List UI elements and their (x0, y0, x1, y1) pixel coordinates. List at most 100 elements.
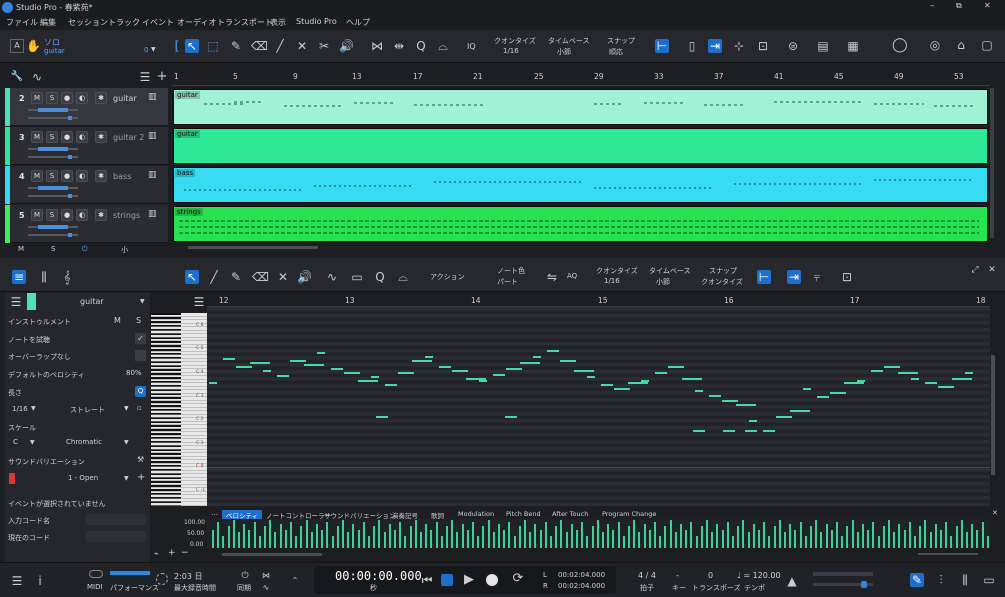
velocity-bar[interactable] (342, 520, 344, 548)
velocity-bar[interactable] (867, 530, 870, 548)
velocity-bar[interactable] (888, 520, 890, 548)
scale-root[interactable]: C (13, 438, 18, 446)
velocity-bar[interactable] (487, 520, 490, 548)
split-tool-icon[interactable]: ✂ (317, 39, 331, 53)
velocity-bar[interactable] (513, 536, 516, 548)
velocity-bar[interactable] (872, 522, 875, 548)
track-name[interactable]: bass (113, 172, 131, 181)
menu-audio[interactable]: オーディオ (177, 17, 216, 28)
velocity-bar[interactable] (414, 520, 417, 548)
velocity-bar[interactable] (362, 522, 365, 548)
velocity-bar[interactable] (804, 536, 807, 548)
a-icon[interactable]: A (10, 39, 24, 53)
scale-root-chevron-icon[interactable]: ▼ (30, 439, 35, 446)
overlap-checkbox[interactable] (135, 350, 146, 361)
grid-view-icon[interactable]: ▦ (846, 39, 860, 53)
menu-view[interactable]: 表示 (270, 17, 286, 28)
lane-tab-program-change[interactable]: Program Change (602, 510, 656, 518)
monitor-button[interactable]: ◐ (76, 92, 88, 104)
velocity-bar[interactable] (316, 524, 318, 548)
editor-bend-icon[interactable]: ∿ (325, 270, 339, 284)
midi-note[interactable] (317, 352, 325, 354)
range-tool-icon[interactable]: ⬚ (206, 39, 220, 53)
velocity-bar[interactable] (383, 532, 386, 548)
velocity-bar[interactable] (882, 526, 885, 548)
velocity-bar[interactable] (451, 520, 454, 548)
velocity-bar[interactable] (576, 530, 578, 548)
fade-tool-icon[interactable]: ⌓ (436, 39, 450, 53)
velocity-bar[interactable] (815, 520, 818, 548)
console-view-icon[interactable]: ⫼ (958, 573, 972, 587)
velocity-bar[interactable] (924, 520, 927, 548)
midi-note[interactable] (587, 376, 595, 378)
snap-value[interactable]: 順応 (609, 47, 623, 57)
velocity-bar[interactable] (596, 520, 599, 548)
mixer-sym-icon[interactable]: ⊜ (786, 39, 800, 53)
velocity-bar[interactable] (446, 526, 448, 548)
editor-fade-icon[interactable]: ⌓ (396, 270, 410, 284)
velocity-bar[interactable] (321, 530, 324, 548)
bracket-icon[interactable]: [ (170, 39, 184, 53)
lane-tab-modulation[interactable]: Modulation (458, 510, 494, 518)
length-mode[interactable]: ストレート (70, 405, 105, 415)
velocity-bar[interactable] (737, 526, 740, 548)
track-header[interactable]: 3 M S ● ◐ ✱ guitar 2 ▥ (5, 127, 168, 165)
solo-button[interactable]: S (46, 131, 58, 143)
velocity-bar[interactable] (269, 520, 272, 548)
midi-note[interactable] (303, 364, 324, 366)
menu-help[interactable]: ヘルプ (346, 17, 370, 28)
velocity-bar[interactable] (758, 530, 760, 548)
velocity-bar[interactable] (638, 532, 641, 548)
velocity-bar[interactable] (846, 526, 849, 548)
preview-checkbox[interactable]: ✓ (135, 333, 146, 344)
velocity-bar[interactable] (347, 532, 350, 548)
velocity-bar[interactable] (726, 522, 729, 548)
velocity-bar[interactable] (602, 532, 604, 548)
editor-paint-icon[interactable]: ╱ (207, 270, 221, 284)
editor-adapt-icon[interactable]: ⇋ (545, 270, 559, 284)
volume-fader[interactable] (28, 186, 78, 190)
velocity-bar[interactable] (607, 524, 610, 548)
solo-button[interactable]: S (46, 209, 58, 221)
velocity-bar[interactable] (674, 532, 677, 548)
velocity-bar[interactable] (534, 524, 537, 548)
velocity-bar[interactable] (706, 520, 708, 548)
sound-variation-chevron-icon[interactable]: ▼ (124, 475, 129, 482)
list-icon[interactable]: ☰ (138, 70, 152, 84)
midi-note[interactable] (479, 380, 487, 382)
monitor-button[interactable]: ◐ (76, 131, 88, 143)
midi-note[interactable] (857, 380, 865, 382)
velocity-bar[interactable] (394, 530, 396, 548)
velocity-bar[interactable] (716, 524, 719, 548)
velocity-bar[interactable] (934, 524, 937, 548)
midi-note[interactable] (519, 362, 540, 364)
velocity-bar[interactable] (617, 522, 620, 548)
midi-note[interactable] (897, 372, 918, 374)
velocity-bar[interactable] (253, 522, 256, 548)
midi-note[interactable] (236, 366, 252, 368)
menu-edit[interactable]: 編集 (40, 17, 56, 28)
midi-note[interactable] (762, 430, 775, 432)
midi-note[interactable] (695, 390, 703, 392)
midi-note[interactable] (723, 430, 735, 432)
mute-button[interactable]: M (31, 92, 43, 104)
velocity-bar[interactable] (336, 526, 339, 548)
velocity-bar[interactable] (825, 524, 828, 548)
midi-note[interactable] (708, 395, 721, 397)
velocity-bar[interactable] (919, 526, 922, 548)
loop-icon[interactable]: ⟳ (511, 572, 525, 586)
close-button[interactable]: ✕ (984, 1, 991, 10)
midi-note[interactable] (641, 380, 649, 382)
velocity-bar[interactable] (440, 536, 443, 548)
mute-tool-icon[interactable]: ✕ (295, 39, 309, 53)
velocity-bar[interactable] (456, 532, 459, 548)
info-icon[interactable]: i (33, 574, 47, 588)
tempo-value[interactable]: ♩ = 120.00 (737, 571, 781, 580)
velocity-bar[interactable] (591, 526, 594, 548)
velocity-bar[interactable] (284, 530, 287, 548)
keyboard-icon[interactable]: ▥ (148, 209, 157, 219)
velocity-bar[interactable] (238, 532, 240, 548)
time-unit[interactable]: 秒 (370, 583, 377, 593)
velocity-bar[interactable] (290, 522, 292, 548)
track-name[interactable]: strings (113, 211, 140, 220)
